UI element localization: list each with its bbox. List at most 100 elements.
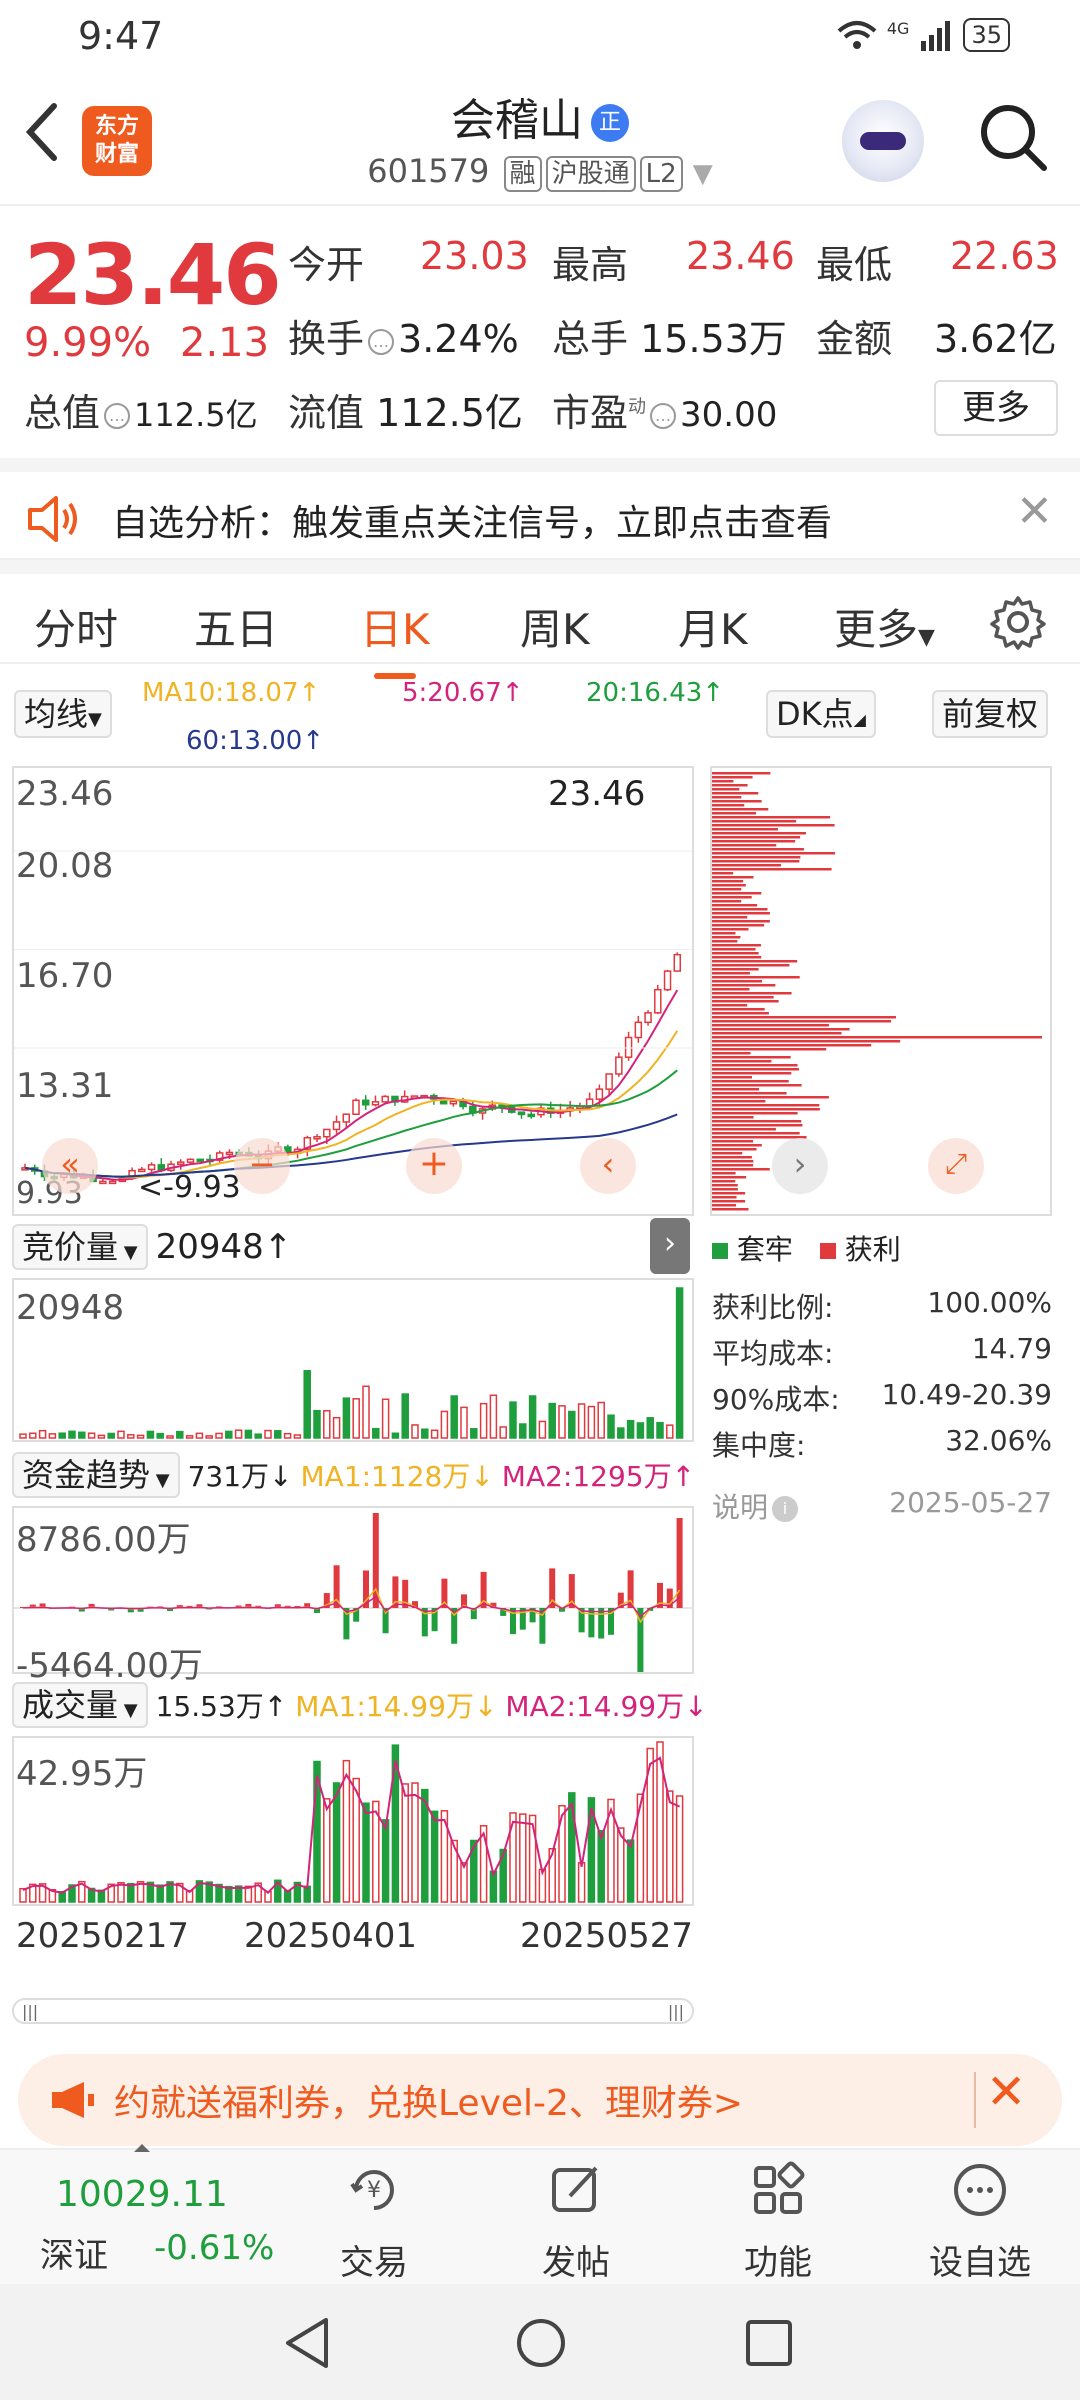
edit-post-icon bbox=[552, 2166, 598, 2212]
chip-bar bbox=[712, 808, 769, 811]
banner-text: 约就送福利券，兑换Level-2、理财券> bbox=[114, 2083, 744, 2124]
bottom-navigation: 10029.11 深证 -0.61% ¥ 交易 发帖 功能 设自选 bbox=[0, 2144, 1080, 2284]
kline-chart[interactable]: 23.46 20.08 16.70 13.31 9.93 23.46 <-9.9… bbox=[12, 766, 694, 1216]
tab-more[interactable]: 更多▼ bbox=[834, 596, 935, 657]
chip-bar bbox=[712, 904, 758, 907]
tab-weekly-k[interactable]: 周K bbox=[520, 596, 590, 657]
volume-bar bbox=[626, 1839, 635, 1903]
tab-monthly-k[interactable]: 月K bbox=[678, 596, 748, 657]
gear-icon[interactable] bbox=[990, 594, 1046, 650]
auction-bar bbox=[58, 1432, 66, 1439]
tab-daily-k[interactable]: 日K bbox=[360, 596, 430, 679]
rewind-icon[interactable]: « bbox=[42, 1138, 98, 1194]
chip-bar bbox=[712, 1140, 754, 1143]
nav-trade[interactable]: ¥ 交易 bbox=[314, 2160, 434, 2284]
volume-chart[interactable]: 42.95万 bbox=[12, 1736, 694, 1906]
auction-bar bbox=[107, 1432, 115, 1439]
tab-five-day[interactable]: 五日 bbox=[194, 596, 278, 657]
volume-bar bbox=[362, 1802, 370, 1903]
auction-volume-chart[interactable]: 20948 bbox=[12, 1278, 694, 1442]
tag-level2: L2 bbox=[639, 156, 683, 192]
auction-bar bbox=[362, 1385, 370, 1439]
grid-apps-icon bbox=[754, 2161, 805, 2214]
auction-bar bbox=[215, 1432, 223, 1439]
chip-bar bbox=[712, 860, 800, 863]
search-icon[interactable] bbox=[978, 102, 1048, 172]
left-handle-icon[interactable]: ||| bbox=[22, 2002, 38, 2021]
tab-intraday[interactable]: 分时 bbox=[34, 596, 118, 657]
auction-selector[interactable]: 竞价量 ▼ bbox=[12, 1224, 148, 1270]
home-circle-icon[interactable] bbox=[514, 2316, 568, 2370]
auction-bar bbox=[568, 1410, 576, 1439]
chip-legend: 套牢 获利 bbox=[712, 1228, 901, 1268]
trapped-swatch bbox=[712, 1243, 728, 1259]
x-date-label: 20250401 bbox=[244, 1916, 418, 1956]
chip-bar bbox=[712, 1064, 798, 1067]
nav-post[interactable]: 发帖 bbox=[516, 2160, 636, 2284]
info-icon[interactable]: … bbox=[368, 328, 395, 355]
dk-point-selector[interactable]: DK点◢ bbox=[766, 690, 876, 738]
back-triangle-icon[interactable] bbox=[282, 2316, 332, 2370]
trade-icon: ¥ bbox=[350, 2170, 394, 2210]
next-icon[interactable]: › bbox=[772, 1138, 828, 1194]
chip-bar bbox=[712, 1148, 757, 1151]
candle bbox=[654, 988, 662, 1014]
auction-bar bbox=[617, 1427, 625, 1439]
chip-bar bbox=[712, 796, 742, 799]
system-navigation bbox=[0, 2284, 1080, 2400]
chart-range-scrollbar[interactable]: ||| ||| bbox=[12, 1998, 694, 2024]
fund-bar bbox=[343, 1608, 350, 1640]
chip-bar bbox=[712, 788, 740, 791]
chip-date: 2025-05-27 bbox=[889, 1486, 1052, 1519]
info-icon[interactable]: … bbox=[650, 402, 677, 429]
recents-square-icon[interactable] bbox=[744, 2318, 794, 2368]
auction-bar bbox=[411, 1424, 419, 1439]
adjust-selector[interactable]: 前复权 bbox=[932, 690, 1049, 738]
nav-add-watchlist[interactable]: 设自选 bbox=[920, 2160, 1040, 2284]
expand-icon[interactable]: ⤢ bbox=[928, 1138, 984, 1194]
right-handle-icon[interactable]: ||| bbox=[668, 2002, 684, 2021]
auction-value: 20948↑ bbox=[155, 1227, 293, 1267]
expand-side-panel-icon[interactable]: › bbox=[650, 1218, 690, 1274]
open-value: 23.03 bbox=[420, 234, 529, 278]
promo-banner[interactable]: 约就送福利券，兑换Level-2、理财券> ✕ bbox=[18, 2054, 1062, 2146]
close-icon[interactable]: ✕ bbox=[1016, 486, 1053, 537]
index-value[interactable]: 10029.11 bbox=[56, 2174, 228, 2215]
auction-bar bbox=[607, 1414, 615, 1439]
profit-swatch bbox=[819, 1243, 836, 1259]
ma20-value: 20:16.43↑ bbox=[586, 678, 725, 708]
pe-cell: 市盈动… 30.00 bbox=[552, 391, 778, 435]
assistant-robot-icon[interactable] bbox=[842, 100, 924, 182]
chip-bar bbox=[712, 1008, 765, 1011]
auction-bar bbox=[97, 1434, 106, 1439]
chip-row: 90%成本: 10.49-20.39 bbox=[712, 1378, 1052, 1416]
chip-bar bbox=[712, 1204, 737, 1207]
candle bbox=[323, 1128, 331, 1138]
chip-note-row[interactable]: 说明 i 2025-05-27 bbox=[712, 1486, 1052, 1524]
plus-icon[interactable]: + bbox=[406, 1138, 462, 1194]
chip-bar bbox=[712, 844, 777, 847]
signal-notice[interactable]: 自选分析：触发重点关注信号，立即点击查看 ✕ bbox=[0, 458, 1080, 560]
nav-functions[interactable]: 功能 bbox=[718, 2160, 838, 2284]
low-cell: 最低 bbox=[816, 243, 893, 287]
close-icon[interactable]: ✕ bbox=[986, 2064, 1026, 2120]
fund-trend-chart[interactable]: 8786.00万 -5464.00万 bbox=[12, 1506, 694, 1686]
quote-panel: 23.46 9.99% 2.13 今开 23.03 最高 23.46 最低 22… bbox=[0, 208, 1080, 456]
info-icon[interactable]: i bbox=[772, 1496, 799, 1522]
stock-name: 会稽山 bbox=[451, 95, 583, 146]
period-tabs: 分时 五日 日K 周K 月K 更多▼ bbox=[0, 560, 1080, 679]
ma-selector[interactable]: 均线▼ bbox=[14, 690, 112, 738]
minus-icon[interactable]: − bbox=[234, 1138, 290, 1194]
more-button[interactable]: 更多 bbox=[934, 380, 1058, 436]
chip-bar bbox=[712, 1188, 738, 1191]
volume-selector[interactable]: 成交量 ▼ bbox=[12, 1682, 148, 1728]
chip-distribution-chart[interactable]: › ⤢ bbox=[710, 766, 1052, 1216]
info-icon[interactable]: … bbox=[104, 403, 131, 429]
fund-selector[interactable]: 资金趋势 ▼ bbox=[12, 1452, 180, 1498]
high-value: 23.46 bbox=[686, 234, 795, 278]
expand-up-icon[interactable] bbox=[134, 2144, 150, 2152]
chip-bar bbox=[712, 992, 792, 995]
previous-icon[interactable]: ‹ bbox=[580, 1138, 636, 1194]
candle bbox=[342, 1113, 351, 1123]
auction-bar bbox=[479, 1402, 488, 1439]
